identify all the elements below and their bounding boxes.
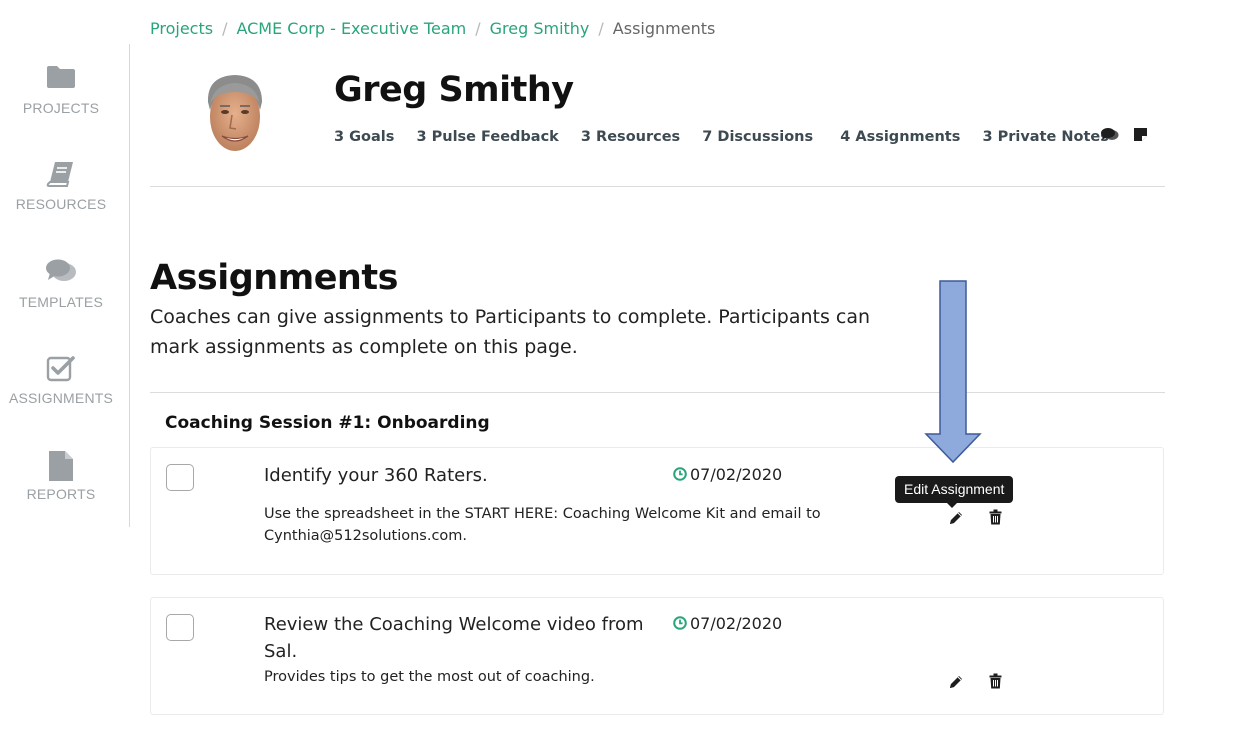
sidebar: PROJECTS RESOURCES TEMPLATES ASSIGNMENTS…	[0, 44, 130, 527]
comments-icon	[0, 258, 122, 286]
breadcrumb-project[interactable]: ACME Corp - Executive Team	[236, 19, 466, 38]
assignment-card: Identify your 360 Raters. 07/02/2020 Use…	[150, 447, 1164, 575]
delete-assignment-button[interactable]	[989, 673, 1002, 693]
assignment-title: Identify your 360 Raters.	[264, 465, 488, 486]
page-description: Coaches can give assignments to Particip…	[150, 306, 871, 358]
edit-assignment-button[interactable]	[948, 674, 964, 694]
stat-assignments-link[interactable]: 4 Assignments	[840, 129, 960, 145]
assignment-date-text: 07/02/2020	[690, 614, 783, 633]
sidebar-item-label: PROJECTS	[22, 100, 100, 116]
stat-discussions-link[interactable]: 7 Discussions	[702, 129, 813, 145]
assignment-complete-checkbox[interactable]	[166, 614, 194, 641]
edit-assignment-tooltip: Edit Assignment	[895, 476, 1014, 508]
stat-private-notes-link[interactable]: 3 Private Notes	[982, 129, 1108, 145]
sidebar-item-assignments[interactable]: ASSIGNMENTS	[0, 354, 122, 407]
sidebar-item-label: REPORTS	[26, 486, 96, 502]
header-divider	[150, 186, 1165, 187]
folder-icon	[0, 64, 122, 92]
clock-icon	[673, 465, 690, 484]
assignment-note: Use the spreadsheet in the START HERE: C…	[264, 506, 821, 544]
clock-icon	[673, 614, 690, 633]
assignment-card: Review the Coaching Welcome video from S…	[150, 597, 1164, 715]
stat-pulse-feedback-link[interactable]: 3 Pulse Feedback	[416, 129, 558, 145]
participant-name: Greg Smithy	[334, 70, 574, 110]
sidebar-item-templates[interactable]: TEMPLATES	[0, 258, 122, 311]
assignment-due-date: 07/02/2020	[673, 465, 782, 484]
assignment-title: Review the Coaching Welcome video from S…	[264, 614, 644, 662]
sidebar-item-projects[interactable]: PROJECTS	[0, 64, 122, 117]
trash-icon	[989, 509, 1002, 529]
section-divider	[150, 392, 1165, 393]
sticky-note-icon[interactable]	[1133, 127, 1148, 146]
delete-assignment-button[interactable]	[989, 509, 1002, 529]
sidebar-item-label: ASSIGNMENTS	[8, 390, 114, 406]
profile-stats: 3 Goals 3 Pulse Feedback 3 Resources 7 D…	[334, 126, 1109, 145]
annotation-arrow	[924, 280, 984, 468]
session-title: Coaching Session #1: Onboarding	[165, 413, 490, 433]
page-title: Assignments	[150, 258, 398, 298]
edit-assignment-button[interactable]	[948, 510, 964, 530]
book-icon	[0, 160, 122, 188]
pencil-icon	[948, 675, 964, 694]
avatar	[202, 70, 268, 160]
breadcrumb-projects[interactable]: Projects	[150, 19, 213, 38]
sidebar-item-label: RESOURCES	[15, 196, 107, 212]
checked-box-icon	[0, 354, 122, 382]
stat-goals-link[interactable]: 3 Goals	[334, 129, 394, 145]
breadcrumb-separator: /	[598, 19, 604, 38]
trash-icon	[989, 673, 1002, 693]
sidebar-item-reports[interactable]: REPORTS	[0, 450, 122, 503]
breadcrumb-current: Assignments	[612, 19, 716, 38]
document-icon	[0, 450, 122, 481]
breadcrumb-separator: /	[222, 19, 228, 38]
breadcrumb: Projects / ACME Corp - Executive Team / Greg…	[150, 19, 715, 38]
breadcrumb-participant[interactable]: Greg Smithy	[490, 19, 590, 38]
assignment-note: Provides tips to get the most out of coa…	[264, 669, 595, 685]
sidebar-item-label: TEMPLATES	[18, 294, 103, 310]
assignment-complete-checkbox[interactable]	[166, 464, 194, 491]
assignment-date-text: 07/02/2020	[690, 465, 783, 484]
assignment-due-date: 07/02/2020	[673, 614, 782, 633]
stat-resources-link[interactable]: 3 Resources	[581, 129, 680, 145]
breadcrumb-separator: /	[475, 19, 481, 38]
sidebar-item-resources[interactable]: RESOURCES	[0, 160, 122, 213]
pencil-icon	[948, 511, 964, 530]
comments-icon[interactable]	[1101, 127, 1119, 146]
